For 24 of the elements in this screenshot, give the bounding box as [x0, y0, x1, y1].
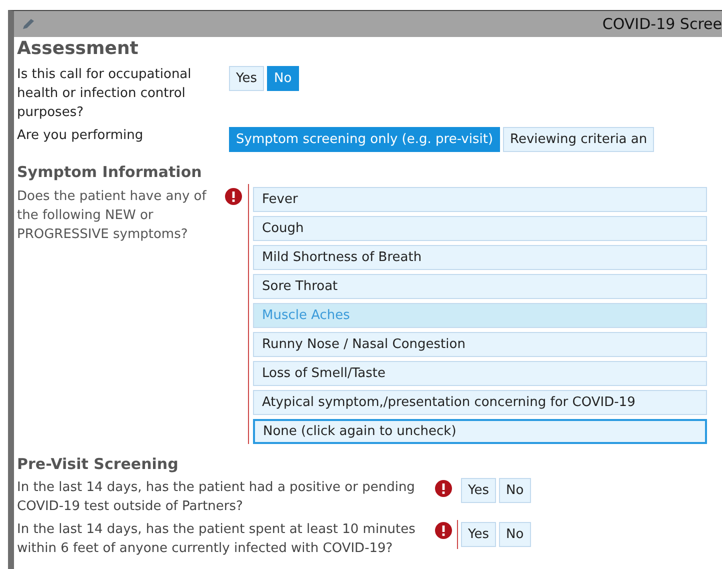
symptom-option[interactable]: Runny Nose / Nasal Congestion	[253, 332, 707, 357]
section-heading: Pre-Visit Screening	[17, 454, 180, 474]
option-button[interactable]: Yes	[461, 522, 496, 547]
symptom-option[interactable]: Cough	[253, 216, 707, 241]
option-button[interactable]: No	[499, 478, 531, 503]
symptom-option[interactable]: Loss of Smell/Taste	[253, 361, 707, 386]
question-label: Is this call for occupational health or infection control purposes?	[17, 66, 192, 122]
question-label: In the last 14 days, has the patient spent at least 10 minutes within 6 feet of anyone currently infected with COVID-19?	[17, 521, 416, 558]
section-heading: Symptom Information	[17, 162, 203, 182]
option-button[interactable]: No	[499, 522, 531, 547]
question-label: In the last 14 days, has the patient had a positive or pending COVID-19 test outside of Partners?	[17, 479, 416, 516]
symptom-option[interactable]: Fever	[253, 187, 707, 212]
symptom-option[interactable]: Mild Shortness of Breath	[253, 245, 707, 270]
pencil-icon	[22, 18, 36, 30]
symptom-option[interactable]: Atypical symptom,/presentation concerning for COVID-19	[253, 390, 707, 415]
symptom-option[interactable]: None (click again to uncheck)	[253, 419, 707, 444]
option-button[interactable]: Reviewing criteria an	[503, 127, 654, 152]
option-button[interactable]: Yes	[461, 478, 496, 503]
question-label: Are you performing	[17, 127, 144, 145]
symptom-option[interactable]: Sore Throat	[253, 274, 707, 299]
option-button[interactable]: Yes	[229, 66, 264, 91]
window-title: COVID-19 Scree	[602, 15, 722, 33]
question-label: Does the patient have any of the following NEW or PROGRESSIVE symptoms?	[17, 188, 208, 244]
section-heading: Assessment	[17, 37, 140, 61]
